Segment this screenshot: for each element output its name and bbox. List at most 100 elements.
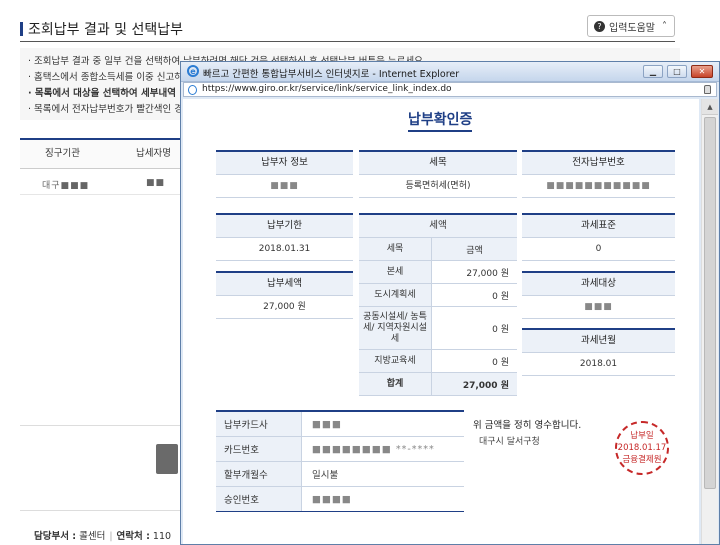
tax-row-name: 공동시설세/ 농특세/ 지역자원시설세 (359, 307, 432, 349)
stamp-top-text: 납부일 (630, 431, 654, 441)
chevron-up-icon: ˄ (662, 20, 667, 32)
tax-row-amount: 0 원 (492, 324, 509, 335)
tax-row-amount: 0 원 (492, 357, 509, 368)
notice-line: · 홈택스에서 종합소득세를 이중 신고하 (28, 72, 183, 83)
payer-info-box: 납부자 정보 ■■■ (216, 150, 353, 198)
address-url: https://www.giro.or.kr/service/link/serv… (202, 84, 452, 94)
tax-target-label: 과세대상 (522, 273, 675, 296)
tax-row-name: 도시계획세 (359, 284, 432, 306)
payment-stamp: 납부일 2018.01.17 금융결제원 (615, 421, 669, 475)
dept-value: 콜센터 (79, 531, 106, 542)
tax-total-value: 27,000 원 (432, 373, 517, 395)
payment-value: ■■■■ (312, 493, 352, 505)
tax-target-value: ■■■ (522, 296, 675, 319)
payment-label: 승인번호 (216, 487, 302, 511)
close-button[interactable]: ✕ (691, 65, 713, 78)
address-bar[interactable]: https://www.giro.or.kr/service/link/serv… (183, 82, 717, 97)
table-row: 승인번호 ■■■■ (216, 487, 464, 511)
pay-amount-value: 27,000 원 (216, 296, 353, 319)
tax-item-value: 등록면허세(면허) (359, 175, 517, 198)
ie-popup-window: e 빠르고 간편한 통합납부서비스 인터넷지로 - Internet Explo… (180, 61, 720, 545)
receipt-organization: 대구시 달서구청 (479, 437, 540, 447)
tax-col-item: 세목 (359, 238, 432, 260)
tax-year-box: 과세년월 2018.01 (522, 328, 675, 376)
lock-icon[interactable] (704, 85, 711, 94)
section-divider (20, 425, 180, 426)
epay-number-label: 전자납부번호 (522, 152, 675, 175)
page-title: 조회납부 결과 및 선택납부 (28, 22, 184, 38)
table-row: 카드번호 ■■■■■■■■ **-**** (216, 437, 464, 462)
contact-value: 110 (152, 531, 172, 542)
payer-info-value: ■■■ (216, 175, 353, 198)
payment-label: 납부카드사 (216, 412, 302, 436)
pay-amount-box: 납부세액 27,000 원 (216, 271, 353, 319)
tax-year-value: 2018.01 (522, 353, 675, 376)
pay-amount-label: 납부세액 (216, 273, 353, 296)
scroll-thumb[interactable] (704, 117, 716, 489)
scroll-up-arrow-icon[interactable]: ▲ (702, 99, 718, 115)
payment-label: 카드번호 (216, 437, 302, 461)
tax-base-box: 과세표준 0 (522, 213, 675, 261)
tax-amount-header: 세액 (359, 215, 517, 238)
dept-label: 담당부서 : (34, 531, 77, 542)
footer-divider (20, 510, 180, 511)
tax-amount-table: 세액 세목 금액 본세 27,000 원 도시계획세 0 원 공동시설세/ 농특… (359, 213, 517, 396)
notice-line: · 목록에서 전자납부번호가 빨간색인 경 (28, 104, 183, 115)
cell-taxpayer: ■■ (146, 178, 166, 188)
input-help-button[interactable]: ? 입력도움말 ˄ (587, 15, 675, 37)
table-row: 도시계획세 0 원 (359, 284, 517, 307)
tax-item-label: 세목 (359, 152, 517, 175)
stamp-bottom-text: 금융결제원 (622, 455, 662, 465)
table-row: 지방교육세 0 원 (359, 350, 517, 373)
payment-details-table: 납부카드사 ■■■ 카드번호 ■■■■■■■■ **-**** 할부개월수 일시… (216, 410, 464, 512)
title-accent-bar (20, 22, 23, 36)
window-title: 빠르고 간편한 통합납부서비스 인터넷지로 - Internet Explore… (203, 69, 460, 80)
tax-row-amount: 0 원 (492, 291, 509, 302)
due-date-value: 2018.01.31 (216, 238, 353, 261)
cell-agency: 대구■■■ (42, 181, 90, 191)
tax-total-row: 합계 27,000 원 (359, 373, 517, 396)
obscured-button[interactable] (156, 444, 178, 474)
payment-value: ■■■ (312, 418, 342, 430)
vertical-scrollbar[interactable]: ▲ (701, 99, 718, 544)
receipt-message: 위 금액을 정히 영수합니다. (473, 420, 582, 431)
epay-number-box: 전자납부번호 ■■■■■■■■■■■ (522, 150, 675, 198)
payment-value: 일시불 (312, 470, 339, 481)
page-icon (188, 85, 197, 95)
tax-col-amount: 금액 (432, 238, 517, 260)
title-divider (20, 41, 675, 42)
help-button-label: 입력도움말 (609, 22, 655, 34)
table-row: 납부카드사 ■■■ (216, 412, 464, 437)
tax-base-value: 0 (522, 238, 675, 261)
due-date-box: 납부기한 2018.01.31 (216, 213, 353, 261)
maximize-button[interactable]: □ (667, 65, 687, 78)
tax-total-label: 합계 (359, 373, 432, 395)
tax-table-header-row: 세목 금액 (359, 238, 517, 261)
column-header-agency: 징구기관 (45, 148, 80, 159)
question-icon: ? (594, 20, 605, 32)
table-row: 공동시설세/ 농특세/ 지역자원시설세 0 원 (359, 307, 517, 350)
column-header-taxpayer: 납세자명 (136, 148, 171, 159)
payment-label: 할부개월수 (216, 462, 302, 486)
table-row-divider (20, 194, 180, 195)
tax-row-name: 지방교육세 (359, 350, 432, 372)
epay-number-value: ■■■■■■■■■■■ (522, 175, 675, 198)
tax-item-box: 세목 등록면허세(면허) (359, 150, 517, 198)
payment-value: ■■■■■■■■ **-**** (312, 443, 435, 455)
stamp-date: 2018.01.17 (617, 443, 667, 453)
contact-label: 연락처 : (116, 531, 150, 542)
due-date-label: 납부기한 (216, 215, 353, 238)
footer-contact: 담당부서 : 콜센터 | 연락처 : 110 (34, 531, 172, 542)
table-row: 할부개월수 일시불 (216, 462, 464, 487)
payer-info-label: 납부자 정보 (216, 152, 353, 175)
table-row: 본세 27,000 원 (359, 261, 517, 284)
internet-explorer-icon: e (187, 65, 199, 77)
tax-row-amount: 27,000 원 (466, 268, 509, 279)
tax-row-name: 본세 (359, 261, 432, 283)
receipt-title: 납부확인증 (408, 109, 473, 132)
minimize-button[interactable]: ▁ (643, 65, 663, 78)
tax-target-box: 과세대상 ■■■ (522, 271, 675, 319)
notice-line: · 목록에서 대상을 선택하여 세부내역 (28, 88, 176, 99)
receipt-content: 납부확인증 납부자 정보 ■■■ 세목 등록면허세(면허) 전자납부번호 ■■■… (183, 99, 699, 544)
window-titlebar[interactable]: e 빠르고 간편한 통합납부서비스 인터넷지로 - Internet Explo… (181, 62, 719, 82)
